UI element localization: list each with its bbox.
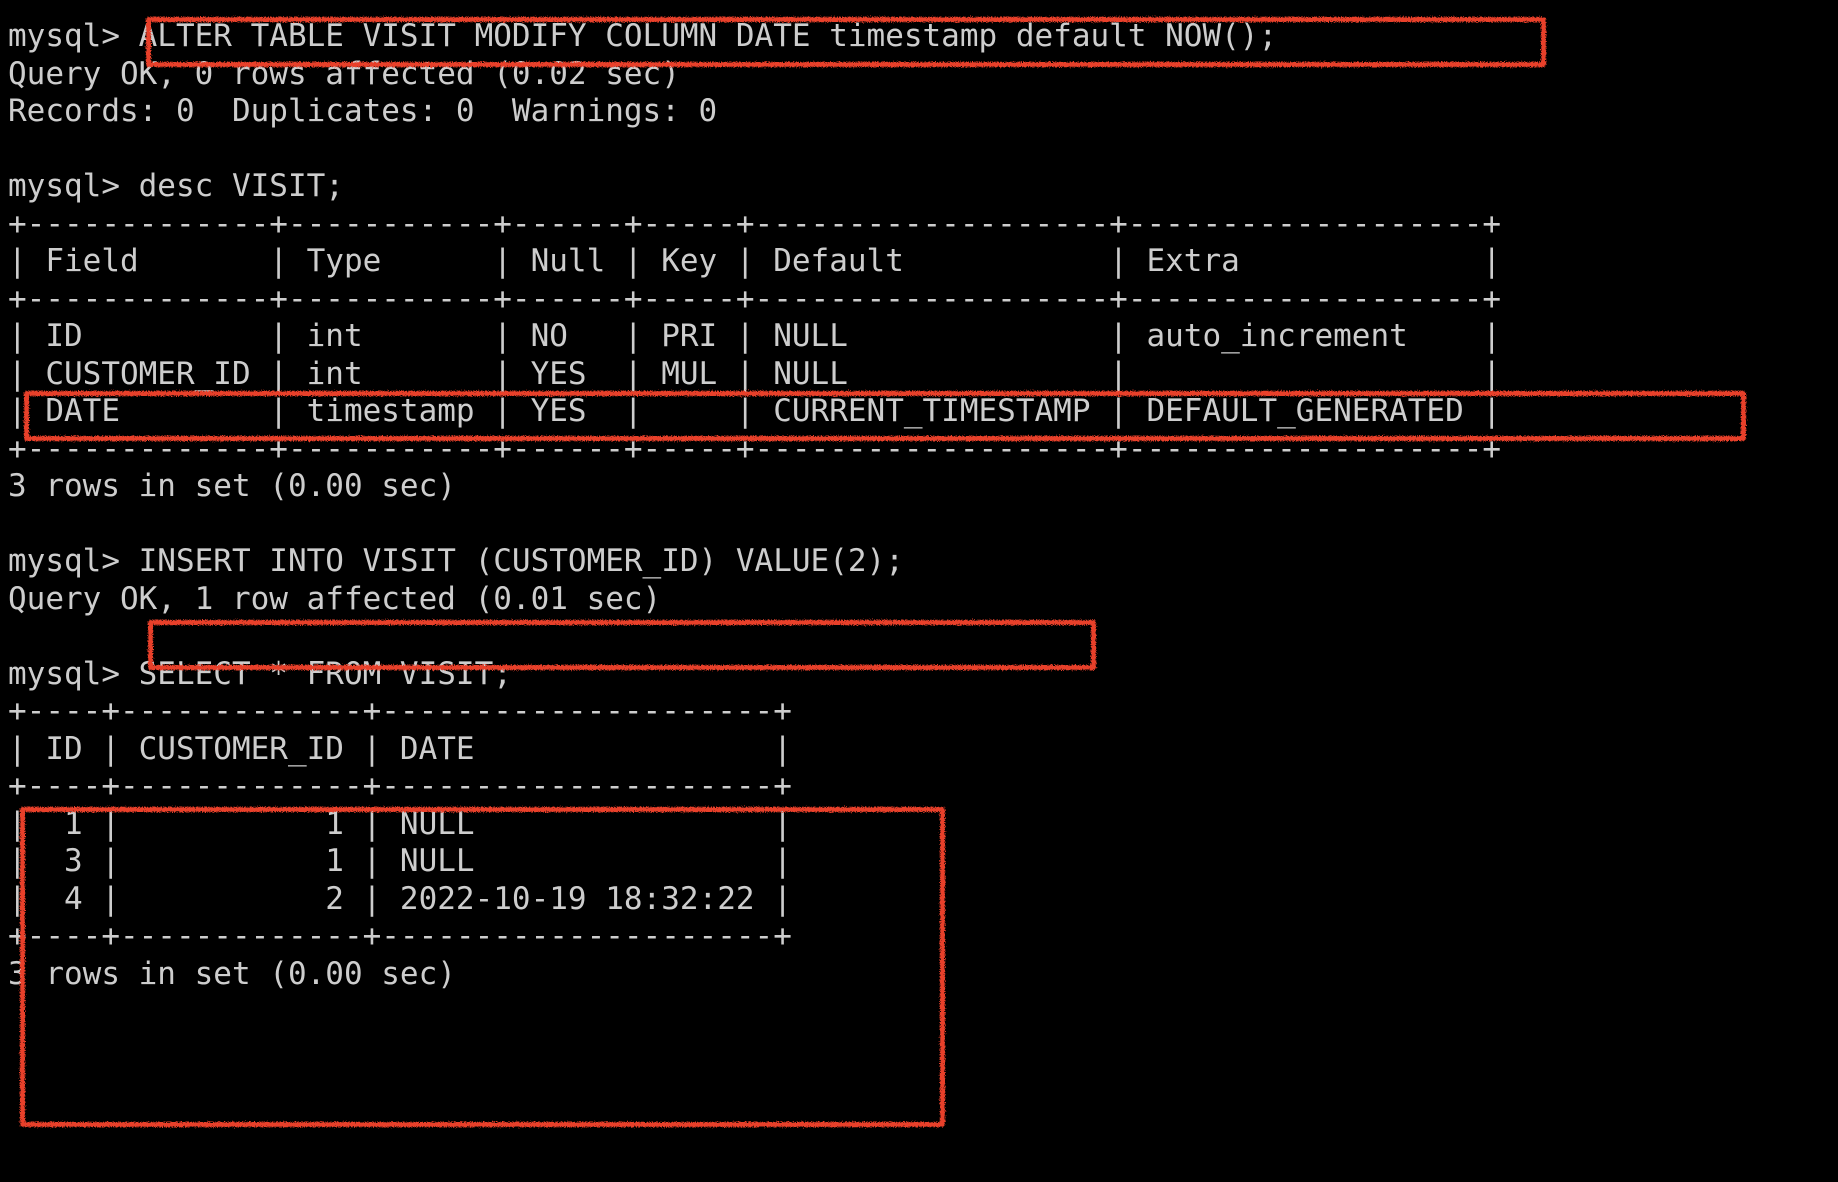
terminal-output: mysql> ALTER TABLE VISIT MODIFY COLUMN D… — [8, 18, 1502, 992]
terminal-window: mysql> ALTER TABLE VISIT MODIFY COLUMN D… — [0, 0, 1838, 1182]
